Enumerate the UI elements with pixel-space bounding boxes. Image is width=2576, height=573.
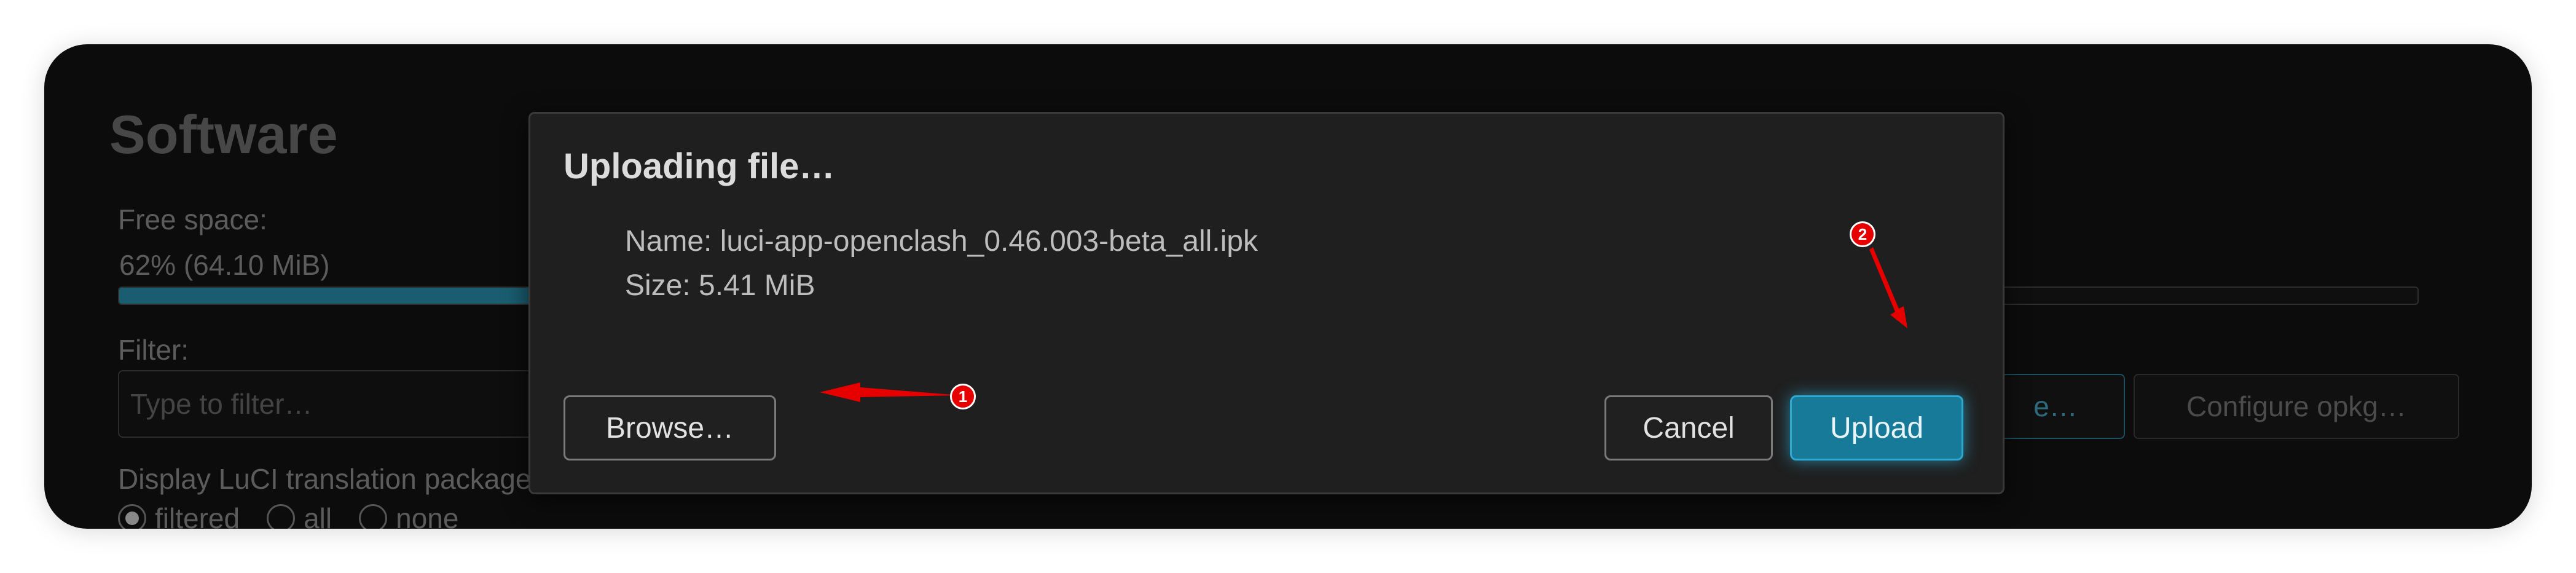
free-space-label: Free space: [118,204,267,235]
file-info: Name: luci-app-openclash_0.46.003-beta_a… [625,219,1258,308]
upload-package-button[interactable]: e… [1986,374,2125,439]
radio-filtered-label: filtered [155,502,240,529]
dialog-title: Uploading file… [564,146,835,186]
upload-button[interactable]: Upload [1790,395,1963,460]
radio-none[interactable] [359,504,388,529]
file-size: Size: 5.41 MiB [625,269,815,302]
upload-package-button-label: e… [2033,390,2078,422]
file-name: Name: luci-app-openclash_0.46.003-beta_a… [625,225,1258,258]
configure-opkg-button[interactable]: Configure opkg… [2134,374,2459,439]
translation-radio-group: filtered all none [118,502,485,529]
radio-none-label: none [396,502,459,529]
filter-label: Filter: [118,334,189,366]
cancel-button[interactable]: Cancel [1604,395,1773,460]
radio-all[interactable] [267,504,296,529]
upload-dialog: Uploading file… Name: luci-app-openclash… [528,112,2005,494]
radio-filtered[interactable] [118,504,146,529]
browse-button[interactable]: Browse… [564,395,776,460]
radio-all-label: all [304,502,332,529]
annotation-badge-2: 2 [1850,221,1875,247]
annotation-badge-1: 1 [950,384,976,409]
translation-label: Display LuCI translation packages: [118,463,554,495]
configure-opkg-button-label: Configure opkg… [2186,390,2406,422]
page-title: Software [109,104,338,165]
free-space-value: 62% (64.10 MiB) [119,249,330,281]
app-window: Software Free space: 62% (64.10 MiB) Fil… [44,44,2532,529]
